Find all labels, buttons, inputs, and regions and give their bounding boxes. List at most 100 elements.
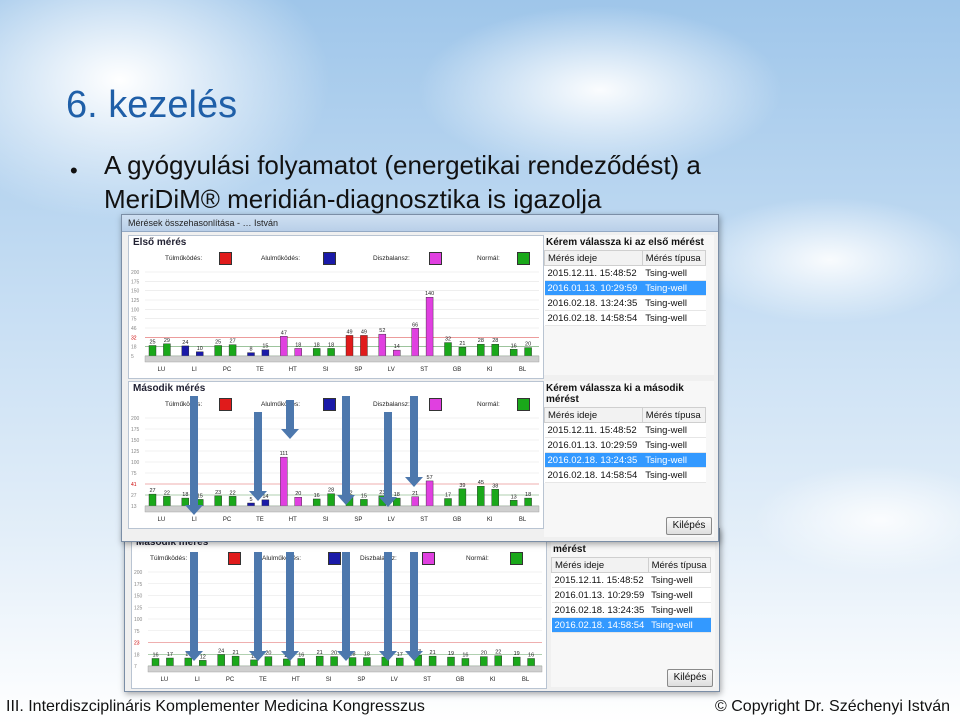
x-category-label: ST (420, 517, 428, 523)
footer-copyright: © Copyright Dr. Széchenyi István (715, 698, 950, 715)
table-row[interactable]: 2015.12.11. 15:48:52 Tsing-well (544, 422, 706, 438)
exit-button[interactable]: Kilépés (666, 517, 712, 535)
back-select-panel: Kérem válassza ki a második mérést Mérés… (551, 531, 715, 687)
footer-congress: III. Interdiszciplináris Komplementer Me… (6, 698, 425, 715)
bar-value-label: 15 (361, 493, 367, 499)
y-tick-label: 200 (131, 416, 140, 422)
col-date-header[interactable]: Mérés ideje (551, 557, 649, 573)
bar-value-label: 18 (525, 492, 531, 498)
table-row[interactable]: 2016.02.18. 13:24:35 Tsing-well (551, 602, 711, 618)
bar-value-label: 17 (167, 652, 173, 658)
x-category-label: SP (354, 517, 362, 523)
arrow-sp-icon (337, 396, 355, 505)
table-row[interactable]: 2016.02.18. 14:58:54 Tsing-well (544, 467, 706, 483)
col-date-header[interactable]: Mérés ideje (544, 250, 643, 266)
back-exit-button[interactable]: Kilépés (667, 669, 713, 687)
arrow-back-lu-icon (185, 552, 203, 661)
arrow-lv-icon (379, 412, 397, 507)
chart-bar (477, 344, 485, 357)
chart-bar (166, 657, 174, 667)
chart-bar (494, 655, 502, 667)
x-category-label: SP (357, 677, 365, 683)
chart-bar (509, 349, 518, 357)
chart-bar (280, 456, 288, 507)
col-type-header[interactable]: Mérés típusa (647, 557, 712, 573)
y-tick-label: 175 (134, 582, 143, 588)
arrow-lu-icon (185, 396, 203, 515)
bullet-dot-icon: • (70, 158, 78, 183)
col-type-header[interactable]: Mérés típusa (641, 407, 707, 423)
bar-value-label: 28 (492, 338, 498, 344)
y-tick-label: 32 (131, 335, 137, 341)
table-row[interactable]: 2016.02.18. 13:24:35 Tsing-well (544, 295, 706, 311)
y-tick-label: 23 (134, 641, 140, 647)
table-row-selected[interactable]: 2016.02.18. 14:58:54 Tsing-well (551, 617, 711, 633)
bar-value-label: 52 (379, 328, 385, 334)
col-type-header[interactable]: Mérés típusa (641, 250, 707, 266)
y-tick-label: 200 (134, 570, 143, 576)
y-tick-label: 175 (131, 427, 140, 433)
chart-bar (396, 657, 404, 667)
back-measurement-table: Mérés ideje Mérés típusa 2015.12.11. 15:… (551, 557, 712, 633)
bar-value-label: 20 (295, 491, 301, 497)
chart-bar (294, 496, 302, 507)
chart-bar (477, 485, 485, 507)
table-row-selected[interactable]: 2016.02.18. 13:24:35 Tsing-well (544, 452, 706, 468)
bar-value-label: 23 (215, 490, 221, 496)
y-tick-label: 5 (131, 354, 134, 360)
bar-value-label: 140 (425, 291, 434, 297)
bar-value-label: 111 (280, 451, 288, 457)
y-tick-label: 75 (131, 317, 137, 323)
x-category-label: ST (420, 367, 428, 373)
bar-value-label: 16 (511, 343, 517, 349)
chart-bar (247, 502, 255, 507)
col-date-header[interactable]: Mérés ideje (544, 407, 643, 423)
bar-value-label: 18 (328, 342, 334, 348)
chart-bar (491, 344, 499, 357)
bullet-line-1: A gyógyulási folyamatot (energetikai ren… (104, 150, 701, 180)
front-measurement-window: Mérések összehasonlítása - … István Első… (121, 214, 719, 542)
chart-bar (228, 344, 237, 357)
first-select-title: Kérem válassza ki az első mérést (546, 237, 704, 248)
chart-bar (360, 499, 368, 507)
x-category-label: TE (259, 677, 267, 683)
first-bar-chart: 20017515012510075463218525 29 241025 278 154… (131, 270, 540, 373)
chart-bar (378, 333, 387, 357)
y-tick-label: 7 (134, 664, 137, 670)
table-row[interactable]: 2016.02.18. 14:58:54 Tsing-well (544, 310, 706, 326)
table-row[interactable]: 2015.12.11. 15:48:52 Tsing-well (551, 572, 711, 588)
y-tick-label: 150 (134, 594, 143, 600)
y-tick-label: 41 (131, 482, 137, 488)
arrow-ht-icon (281, 400, 299, 439)
y-tick-label: 100 (131, 460, 140, 466)
x-category-label: LV (388, 367, 395, 373)
bar-value-label: 39 (459, 483, 465, 489)
y-tick-label: 125 (131, 449, 140, 455)
table-row[interactable]: 2015.12.11. 15:48:52 Tsing-well (544, 265, 706, 281)
table-row-selected[interactable]: 2016.01.13. 10:29:59 Tsing-well (544, 280, 706, 296)
second-measurement-table: Mérés ideje Mérés típusa 2015.12.11. 15:… (544, 407, 707, 483)
chart-bar (360, 335, 368, 357)
bar-value-label: 24 (182, 340, 188, 346)
bar-value-label: 49 (346, 329, 352, 335)
bar-value-label: 18 (364, 652, 370, 658)
table-row[interactable]: 2016.01.13. 10:29:59 Tsing-well (544, 437, 706, 453)
chart-bar (327, 493, 335, 507)
table-row[interactable]: 2016.01.13. 10:29:59 Tsing-well (551, 587, 711, 603)
chart-bar (509, 500, 518, 507)
x-category-label: KI (490, 677, 496, 683)
second-select-title: Kérem válassza ki a második mérést (546, 383, 684, 405)
x-category-label: LU (158, 517, 166, 523)
y-tick-label: 175 (131, 279, 140, 285)
arrow-back-ht-icon (281, 552, 299, 661)
y-tick-label: 150 (131, 438, 140, 444)
arrow-back-lv-icon (379, 552, 397, 661)
x-category-label: ST (423, 677, 431, 683)
x-category-label: LV (388, 517, 395, 523)
arrow-back-te-icon (249, 552, 267, 661)
x-category-label: BL (519, 367, 527, 373)
arrow-back-st-icon (405, 552, 423, 661)
bar-value-label: 16 (298, 652, 304, 658)
bar-value-label: 18 (314, 342, 320, 348)
x-category-label: LU (161, 677, 169, 683)
